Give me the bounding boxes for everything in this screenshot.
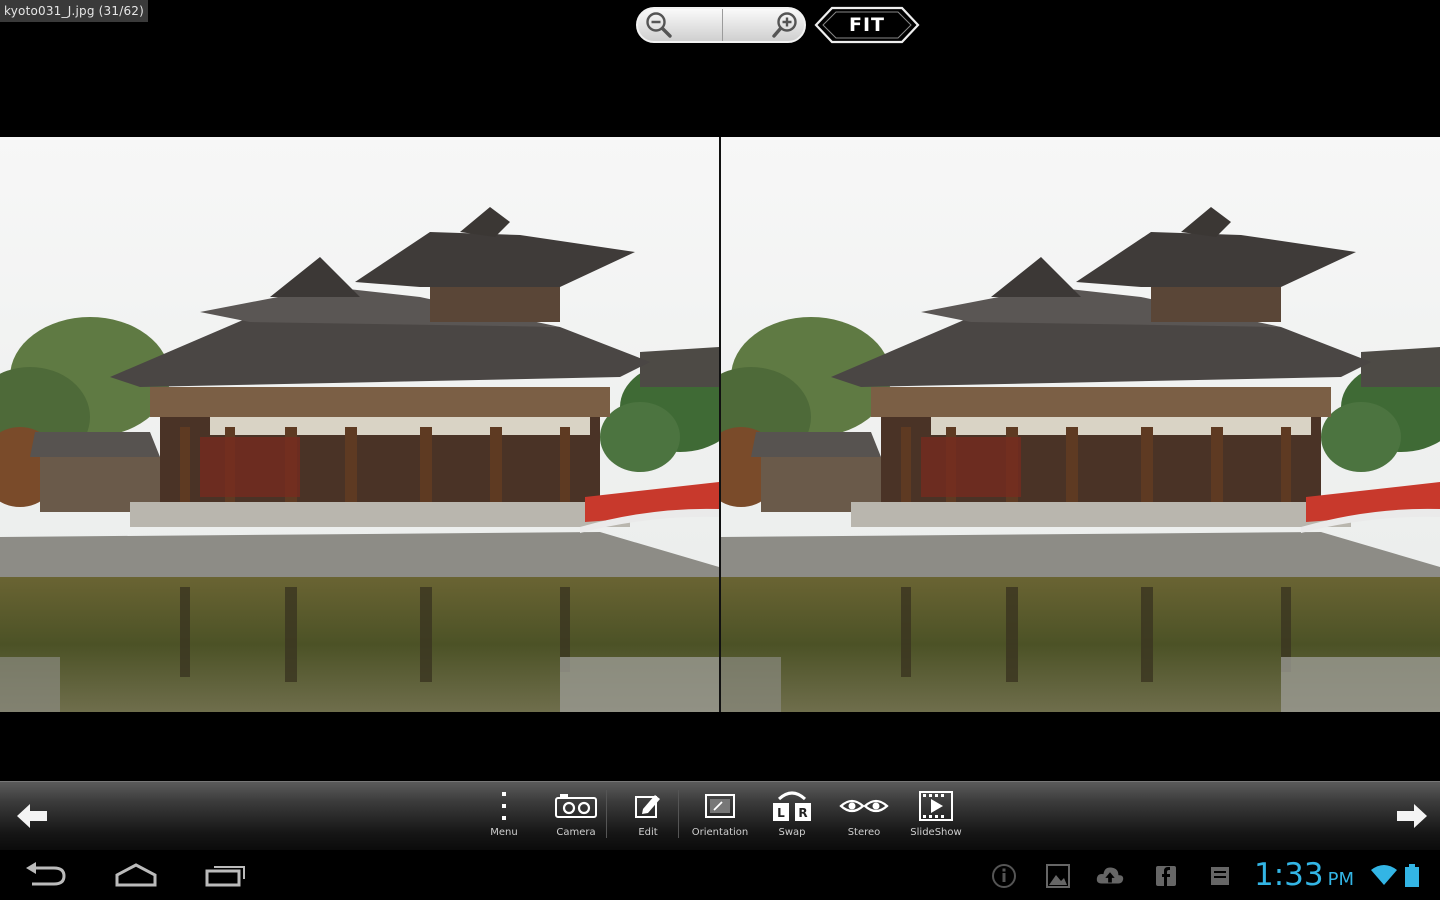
edit-button[interactable]: Edit (612, 786, 684, 848)
file-name-label: kyoto031_J.jpg (31/62) (0, 0, 148, 22)
home-icon (115, 863, 157, 887)
slideshow-label: SlideShow (910, 827, 962, 838)
status-clock[interactable]: 1:33 PM (1254, 856, 1354, 894)
info-notification[interactable] (990, 863, 1018, 889)
toolbar-divider (678, 790, 679, 838)
left-eye-image (0, 137, 719, 712)
camera-label: Camera (556, 827, 596, 838)
edit-label: Edit (638, 827, 658, 838)
recent-apps-icon (205, 866, 245, 887)
stereo-image-view[interactable] (0, 137, 1440, 712)
swap-button[interactable]: L R Swap (756, 786, 828, 848)
temple-photo-left (0, 137, 719, 712)
next-image-button[interactable] (1392, 798, 1432, 834)
back-icon (26, 862, 66, 886)
orientation-button[interactable]: Orientation (684, 786, 756, 848)
gallery-icon (1046, 864, 1070, 888)
toolbar-divider (606, 790, 607, 838)
slideshow-icon (919, 791, 953, 821)
zoom-in-icon (772, 12, 797, 38)
back-button[interactable] (18, 860, 74, 890)
swap-lr-icon: L R (773, 791, 811, 821)
zoom-out-button[interactable] (638, 9, 723, 41)
temple-photo-right (721, 137, 1440, 712)
svg-text:R: R (798, 806, 807, 820)
storage-icon (1211, 867, 1229, 885)
swap-label: Swap (778, 827, 806, 838)
info-icon (992, 864, 1016, 888)
orientation-label: Orientation (691, 827, 749, 838)
arrow-left-icon (17, 804, 47, 828)
fit-button[interactable]: FIT (814, 6, 920, 44)
orientation-icon (705, 794, 735, 818)
camera-button[interactable]: Camera (540, 786, 612, 848)
gallery-notification[interactable] (1044, 863, 1072, 889)
facebook-notification[interactable] (1152, 863, 1180, 889)
facebook-icon (1156, 866, 1176, 886)
wifi-icon (1371, 865, 1397, 885)
edit-icon (635, 795, 660, 818)
cloud-upload-icon (1096, 867, 1124, 884)
slideshow-button[interactable]: SlideShow (900, 786, 972, 848)
zoom-in-button[interactable] (723, 9, 805, 41)
stereo-eyes-icon (839, 799, 889, 813)
recent-apps-button[interactable] (198, 860, 254, 890)
right-eye-image (721, 137, 1440, 712)
menu-button[interactable]: Menu (468, 786, 540, 848)
home-button[interactable] (108, 860, 164, 890)
clock-time: 1:33 (1254, 857, 1324, 893)
stereo-camera-icon (555, 794, 597, 818)
zoom-control (636, 7, 806, 43)
stereo-button[interactable]: Stereo (828, 786, 900, 848)
bottom-toolbar: Menu Camera Edit Orientation L R Swap St… (0, 781, 1440, 850)
svg-text:L: L (777, 806, 785, 820)
fit-label: FIT (848, 14, 885, 36)
system-navigation-bar: 1:33 PM (0, 850, 1440, 900)
zoom-out-icon (646, 12, 672, 38)
clock-ampm: PM (1327, 869, 1355, 890)
menu-label: Menu (490, 827, 518, 838)
arrow-right-icon (1397, 804, 1427, 828)
upload-notification[interactable] (1096, 863, 1124, 889)
previous-image-button[interactable] (12, 798, 52, 834)
stereo-label: Stereo (847, 827, 881, 838)
menu-dots-icon (502, 792, 506, 820)
storage-notification[interactable] (1206, 863, 1234, 889)
battery-icon (1405, 864, 1419, 887)
